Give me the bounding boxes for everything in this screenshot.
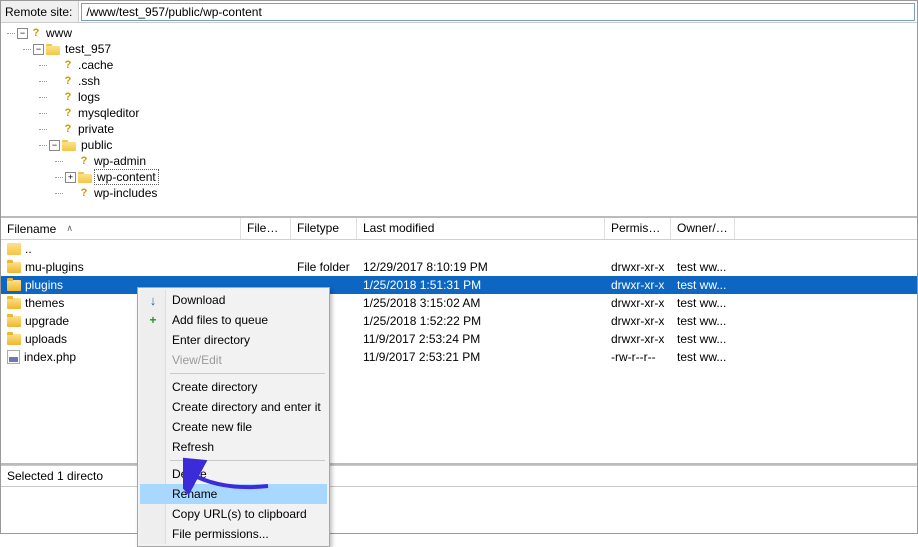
tree-node-mysqleditor[interactable]: ?mysqleditor [49,105,917,121]
file-name: upgrade [25,314,69,328]
file-name: index.php [24,350,76,364]
menu-copy-url[interactable]: Copy URL(s) to clipboard [140,504,327,524]
folder-icon [7,262,21,273]
add-icon: + [146,313,160,327]
unknown-icon: ? [78,155,90,167]
file-name: themes [25,296,64,310]
file-owner: test ww... [671,277,735,293]
folder-icon [7,316,21,327]
tree-node-wpcontent[interactable]: + wp-content [65,169,917,185]
folder-icon [46,43,60,55]
col-header-owner[interactable]: Owner/G... [671,218,735,239]
file-size [241,284,291,286]
file-row-updir[interactable]: .. [1,240,917,258]
collapse-icon[interactable]: − [17,28,28,39]
col-header-filename[interactable]: Filename∧ [1,218,241,239]
tree-node-www[interactable]: − ? www [17,25,917,41]
file-context-menu[interactable]: ↓ Download + Add files to queue Enter di… [137,287,330,547]
file-modified: 11/9/2017 2:53:21 PM [357,349,605,365]
sort-asc-icon: ∧ [66,223,73,234]
file-permissions: drwxr-xr-x [605,259,671,275]
file-owner: test ww... [671,259,735,275]
menu-download[interactable]: ↓ Download [140,290,327,310]
php-file-icon [7,350,20,364]
tree-node-cache[interactable]: ?.cache [49,57,917,73]
file-name: uploads [25,332,67,346]
unknown-icon: ? [62,107,74,119]
menu-view-edit: View/Edit [140,350,327,370]
file-modified: 1/25/2018 1:51:31 PM [357,277,605,293]
menu-delete[interactable]: Delete [140,464,327,484]
file-permissions: drwxr-xr-x [605,277,671,293]
unknown-icon: ? [30,27,42,39]
file-list-header[interactable]: Filename∧ Filesize Filetype Last modifie… [1,218,917,240]
unknown-icon: ? [62,91,74,103]
unknown-icon: ? [62,59,74,71]
menu-create-directory[interactable]: Create directory [140,377,327,397]
folder-icon [7,334,21,345]
tree-node-wpadmin[interactable]: ?wp-admin [65,153,917,169]
file-permissions: -rw-r--r-- [605,349,671,365]
file-owner: test ww... [671,349,735,365]
tree-node-ssh[interactable]: ?.ssh [49,73,917,89]
menu-create-directory-enter[interactable]: Create directory and enter it [140,397,327,417]
download-icon: ↓ [146,293,160,307]
remote-path-bar: Remote site: [1,1,917,23]
file-permissions: drwxr-xr-x [605,331,671,347]
file-owner: test ww... [671,331,735,347]
menu-enter-directory[interactable]: Enter directory [140,330,327,350]
unknown-icon: ? [62,123,74,135]
tree-node-public[interactable]: − public [49,137,917,153]
file-owner: test ww... [671,313,735,329]
col-header-lastmodified[interactable]: Last modified [357,218,605,239]
file-size [241,266,291,268]
file-permissions: drwxr-xr-x [605,295,671,311]
folder-icon [7,280,21,291]
tree-node-wpincludes[interactable]: ?wp-includes [65,185,917,201]
tree-node-private[interactable]: ?private [49,121,917,137]
file-modified: 1/25/2018 1:52:22 PM [357,313,605,329]
col-header-permissions[interactable]: Permissi... [605,218,671,239]
menu-rename[interactable]: Rename [140,484,327,504]
folder-icon [62,139,76,151]
file-modified: 11/9/2017 2:53:24 PM [357,331,605,347]
remote-site-label: Remote site: [1,1,79,22]
file-modified: 1/25/2018 3:15:02 AM [357,295,605,311]
tree-node-logs[interactable]: ?logs [49,89,917,105]
file-owner: test ww... [671,295,735,311]
file-permissions: drwxr-xr-x [605,313,671,329]
menu-separator [170,373,325,374]
unknown-icon: ? [62,75,74,87]
file-row[interactable]: mu-plugins File folder12/29/2017 8:10:19 … [1,258,917,276]
menu-file-permissions[interactable]: File permissions... [140,524,327,544]
file-type: File folder [291,259,357,275]
file-modified: 12/29/2017 8:10:19 PM [357,259,605,275]
file-name: plugins [25,278,63,292]
file-type [291,284,357,286]
menu-refresh[interactable]: Refresh [140,437,327,457]
file-name: mu-plugins [25,260,84,274]
expand-icon[interactable]: + [65,172,76,183]
folder-icon [78,171,92,183]
folder-icon [7,298,21,309]
col-header-filesize[interactable]: Filesize [241,218,291,239]
remote-path-input[interactable] [81,3,915,21]
collapse-icon[interactable]: − [49,140,60,151]
menu-create-new-file[interactable]: Create new file [140,417,327,437]
status-text: Selected 1 directo [7,469,103,483]
collapse-icon[interactable]: − [33,44,44,55]
remote-tree-pane[interactable]: − ? www − test_957 ?.cache ?.ssh ?logs ?… [1,23,917,218]
menu-separator [170,460,325,461]
folder-icon [7,243,21,255]
col-header-filetype[interactable]: Filetype [291,218,357,239]
tree-node-test957[interactable]: − test_957 [33,41,917,57]
unknown-icon: ? [78,187,90,199]
menu-add-to-queue[interactable]: + Add files to queue [140,310,327,330]
